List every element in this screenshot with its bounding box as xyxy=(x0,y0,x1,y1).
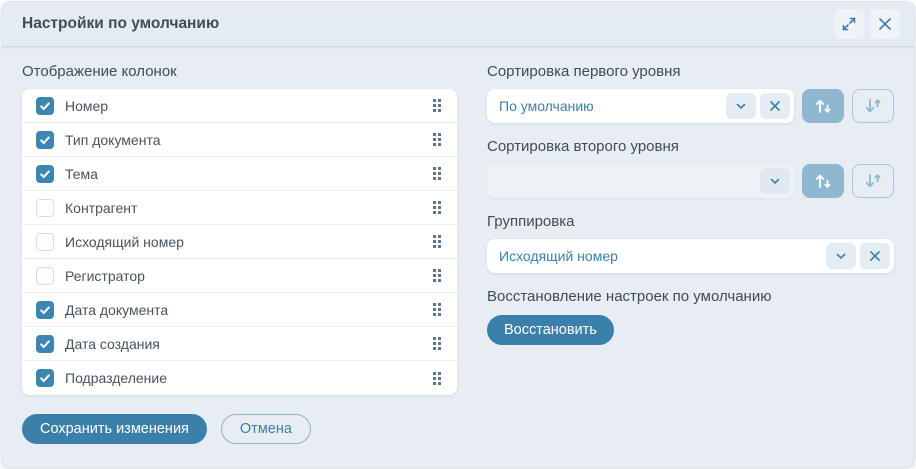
sort-descending-icon[interactable] xyxy=(852,89,894,123)
column-checkbox[interactable] xyxy=(36,233,54,251)
checkmark-icon xyxy=(39,100,51,112)
grouping-value: Исходящий номер xyxy=(499,248,822,264)
column-list-item: Тема xyxy=(22,157,457,191)
columns-list: Номер Тип документа Тема xyxy=(22,89,457,395)
column-checkbox[interactable] xyxy=(36,97,54,115)
column-label: Тема xyxy=(65,166,429,182)
column-label: Дата документа xyxy=(65,302,429,318)
dialog-header: Настройки по умолчанию xyxy=(2,2,914,47)
columns-section-title: Отображение колонок xyxy=(22,63,457,80)
column-list-item: Дата создания xyxy=(22,327,457,361)
cancel-button[interactable]: Отмена xyxy=(221,414,311,444)
sort-ascending-icon[interactable] xyxy=(802,164,844,198)
checkbox-box[interactable] xyxy=(36,369,54,387)
column-label: Подразделение xyxy=(65,370,429,386)
column-list-item: Контрагент xyxy=(22,191,457,225)
column-checkbox[interactable] xyxy=(36,131,54,149)
checkmark-icon xyxy=(39,372,51,384)
column-label: Регистратор xyxy=(65,268,429,284)
sort-level-1-title: Сортировка первого уровня xyxy=(487,63,894,80)
sort-descending-icon[interactable] xyxy=(852,164,894,198)
column-list-item: Исходящий номер xyxy=(22,225,457,259)
column-list-item: Дата документа xyxy=(22,293,457,327)
column-label: Контрагент xyxy=(65,200,429,216)
sort-level-2-title: Сортировка второго уровня xyxy=(487,138,894,155)
column-checkbox[interactable] xyxy=(36,335,54,353)
grouping-title: Группировка xyxy=(487,213,894,230)
column-checkbox[interactable] xyxy=(36,199,54,217)
column-label: Дата создания xyxy=(65,336,429,352)
chevron-down-icon[interactable] xyxy=(826,243,856,269)
default-settings-dialog: Настройки по умолчанию Отображение колон… xyxy=(1,1,915,468)
checkbox-box[interactable] xyxy=(36,165,54,183)
restore-button[interactable]: Восстановить xyxy=(487,315,614,345)
drag-handle-icon[interactable] xyxy=(429,197,445,218)
drag-handle-icon[interactable] xyxy=(429,231,445,252)
close-icon[interactable] xyxy=(870,9,900,39)
expand-icon[interactable] xyxy=(834,9,864,39)
checkmark-icon xyxy=(39,168,51,180)
column-checkbox[interactable] xyxy=(36,301,54,319)
column-checkbox[interactable] xyxy=(36,267,54,285)
checkbox-box[interactable] xyxy=(36,335,54,353)
column-list-item: Подразделение xyxy=(22,361,457,395)
column-checkbox[interactable] xyxy=(36,369,54,387)
checkbox-box[interactable] xyxy=(36,131,54,149)
checkbox-box[interactable] xyxy=(36,301,54,319)
column-label: Номер xyxy=(65,98,429,114)
drag-handle-icon[interactable] xyxy=(429,299,445,320)
sort-ascending-icon[interactable] xyxy=(802,89,844,123)
chevron-down-icon[interactable] xyxy=(726,93,756,119)
checkbox-box[interactable] xyxy=(36,233,54,251)
column-list-item: Регистратор xyxy=(22,259,457,293)
sort-level-2-select[interactable] xyxy=(487,164,794,198)
checkbox-box[interactable] xyxy=(36,267,54,285)
restore-section-title: Восстановление настроек по умолчанию xyxy=(487,288,894,305)
drag-handle-icon[interactable] xyxy=(429,368,445,389)
grouping-select[interactable]: Исходящий номер xyxy=(487,239,894,273)
checkmark-icon xyxy=(39,338,51,350)
checkbox-box[interactable] xyxy=(36,199,54,217)
drag-handle-icon[interactable] xyxy=(429,333,445,354)
column-label: Тип документа xyxy=(65,132,429,148)
checkmark-icon xyxy=(39,134,51,146)
drag-handle-icon[interactable] xyxy=(429,265,445,286)
dialog-title: Настройки по умолчанию xyxy=(22,15,219,33)
drag-handle-icon[interactable] xyxy=(429,95,445,116)
checkbox-box[interactable] xyxy=(36,97,54,115)
sort-level-1-select[interactable]: По умолчанию xyxy=(487,89,794,123)
clear-x-icon[interactable] xyxy=(760,93,790,119)
sort-level-1-value: По умолчанию xyxy=(499,98,722,114)
column-list-item: Тип документа xyxy=(22,123,457,157)
column-label: Исходящий номер xyxy=(65,234,429,250)
drag-handle-icon[interactable] xyxy=(429,129,445,150)
column-list-item: Номер xyxy=(22,89,457,123)
drag-handle-icon[interactable] xyxy=(429,163,445,184)
column-checkbox[interactable] xyxy=(36,165,54,183)
clear-x-icon[interactable] xyxy=(860,243,890,269)
checkmark-icon xyxy=(39,304,51,316)
chevron-down-icon[interactable] xyxy=(760,168,790,194)
save-button[interactable]: Сохранить изменения xyxy=(22,414,207,444)
